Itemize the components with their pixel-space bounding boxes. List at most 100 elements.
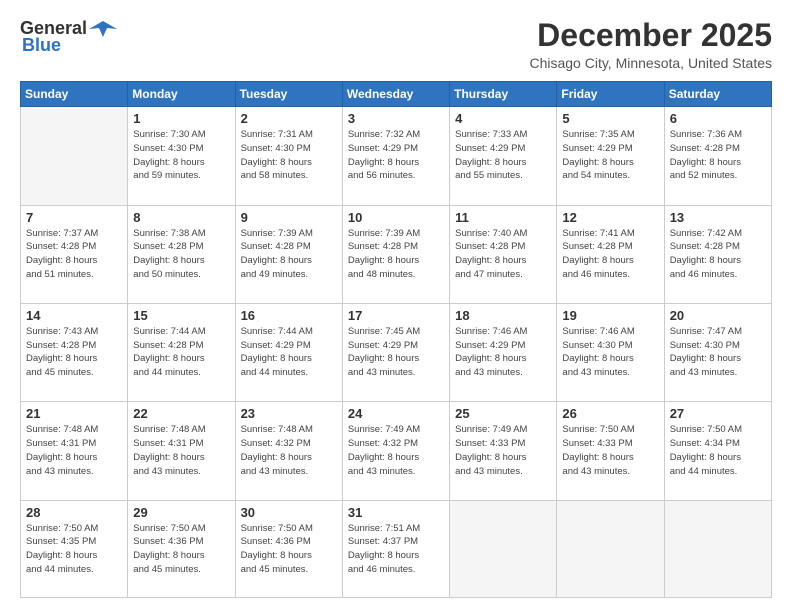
day-number: 17 bbox=[348, 308, 444, 323]
day-info: Sunrise: 7:49 AM Sunset: 4:33 PM Dayligh… bbox=[455, 423, 551, 478]
header-monday: Monday bbox=[128, 82, 235, 107]
table-cell: 26 Sunrise: 7:50 AM Sunset: 4:33 PM Dayli… bbox=[557, 402, 664, 500]
week-row-4: 21 Sunrise: 7:48 AM Sunset: 4:31 PM Dayli… bbox=[21, 402, 772, 500]
table-cell: 24 Sunrise: 7:49 AM Sunset: 4:32 PM Dayli… bbox=[342, 402, 449, 500]
day-info: Sunrise: 7:46 AM Sunset: 4:29 PM Dayligh… bbox=[455, 325, 551, 380]
day-info: Sunrise: 7:44 AM Sunset: 4:28 PM Dayligh… bbox=[133, 325, 229, 380]
day-number: 3 bbox=[348, 111, 444, 126]
header: General Blue December 2025 Chisago City,… bbox=[20, 18, 772, 71]
day-number: 19 bbox=[562, 308, 658, 323]
table-cell: 15 Sunrise: 7:44 AM Sunset: 4:28 PM Dayli… bbox=[128, 303, 235, 401]
header-friday: Friday bbox=[557, 82, 664, 107]
table-cell bbox=[664, 500, 771, 597]
week-row-1: 1Sunrise: 7:30 AM Sunset: 4:30 PM Daylig… bbox=[21, 107, 772, 205]
table-cell bbox=[450, 500, 557, 597]
day-info: Sunrise: 7:42 AM Sunset: 4:28 PM Dayligh… bbox=[670, 227, 766, 282]
day-info: Sunrise: 7:31 AM Sunset: 4:30 PM Dayligh… bbox=[241, 128, 337, 183]
day-number: 15 bbox=[133, 308, 229, 323]
day-info: Sunrise: 7:40 AM Sunset: 4:28 PM Dayligh… bbox=[455, 227, 551, 282]
day-info: Sunrise: 7:50 AM Sunset: 4:34 PM Dayligh… bbox=[670, 423, 766, 478]
day-number: 16 bbox=[241, 308, 337, 323]
day-info: Sunrise: 7:50 AM Sunset: 4:36 PM Dayligh… bbox=[133, 522, 229, 577]
day-info: Sunrise: 7:50 AM Sunset: 4:33 PM Dayligh… bbox=[562, 423, 658, 478]
table-cell: 4Sunrise: 7:33 AM Sunset: 4:29 PM Daylig… bbox=[450, 107, 557, 205]
table-cell: 10Sunrise: 7:39 AM Sunset: 4:28 PM Dayli… bbox=[342, 205, 449, 303]
day-info: Sunrise: 7:43 AM Sunset: 4:28 PM Dayligh… bbox=[26, 325, 122, 380]
week-row-2: 7 Sunrise: 7:37 AM Sunset: 4:28 PM Daylig… bbox=[21, 205, 772, 303]
table-cell: 30Sunrise: 7:50 AM Sunset: 4:36 PM Dayli… bbox=[235, 500, 342, 597]
day-info: Sunrise: 7:44 AM Sunset: 4:29 PM Dayligh… bbox=[241, 325, 337, 380]
table-cell: 28 Sunrise: 7:50 AM Sunset: 4:35 PM Dayli… bbox=[21, 500, 128, 597]
table-cell: 2 Sunrise: 7:31 AM Sunset: 4:30 PM Daylig… bbox=[235, 107, 342, 205]
day-info: Sunrise: 7:48 AM Sunset: 4:32 PM Dayligh… bbox=[241, 423, 337, 478]
logo-blue: Blue bbox=[22, 35, 61, 56]
day-number: 13 bbox=[670, 210, 766, 225]
week-row-5: 28 Sunrise: 7:50 AM Sunset: 4:35 PM Dayli… bbox=[21, 500, 772, 597]
header-thursday: Thursday bbox=[450, 82, 557, 107]
table-cell: 5Sunrise: 7:35 AM Sunset: 4:29 PM Daylig… bbox=[557, 107, 664, 205]
day-number: 25 bbox=[455, 406, 551, 421]
day-info: Sunrise: 7:48 AM Sunset: 4:31 PM Dayligh… bbox=[133, 423, 229, 478]
table-cell: 7 Sunrise: 7:37 AM Sunset: 4:28 PM Daylig… bbox=[21, 205, 128, 303]
table-cell: 14Sunrise: 7:43 AM Sunset: 4:28 PM Dayli… bbox=[21, 303, 128, 401]
table-cell: 27 Sunrise: 7:50 AM Sunset: 4:34 PM Dayli… bbox=[664, 402, 771, 500]
day-number: 27 bbox=[670, 406, 766, 421]
day-number: 7 bbox=[26, 210, 122, 225]
table-cell: 13 Sunrise: 7:42 AM Sunset: 4:28 PM Dayli… bbox=[664, 205, 771, 303]
day-number: 31 bbox=[348, 505, 444, 520]
calendar-page: General Blue December 2025 Chisago City,… bbox=[0, 0, 792, 612]
table-cell bbox=[21, 107, 128, 205]
table-cell: 16 Sunrise: 7:44 AM Sunset: 4:29 PM Dayli… bbox=[235, 303, 342, 401]
day-number: 10 bbox=[348, 210, 444, 225]
day-number: 1 bbox=[133, 111, 229, 126]
table-cell: 19Sunrise: 7:46 AM Sunset: 4:30 PM Dayli… bbox=[557, 303, 664, 401]
day-info: Sunrise: 7:36 AM Sunset: 4:28 PM Dayligh… bbox=[670, 128, 766, 183]
header-wednesday: Wednesday bbox=[342, 82, 449, 107]
table-cell: 8 Sunrise: 7:38 AM Sunset: 4:28 PM Daylig… bbox=[128, 205, 235, 303]
day-number: 20 bbox=[670, 308, 766, 323]
day-number: 26 bbox=[562, 406, 658, 421]
table-cell: 9 Sunrise: 7:39 AM Sunset: 4:28 PM Daylig… bbox=[235, 205, 342, 303]
day-number: 23 bbox=[241, 406, 337, 421]
day-info: Sunrise: 7:32 AM Sunset: 4:29 PM Dayligh… bbox=[348, 128, 444, 183]
logo-bird-icon bbox=[89, 19, 117, 37]
table-cell: 17Sunrise: 7:45 AM Sunset: 4:29 PM Dayli… bbox=[342, 303, 449, 401]
header-tuesday: Tuesday bbox=[235, 82, 342, 107]
day-info: Sunrise: 7:48 AM Sunset: 4:31 PM Dayligh… bbox=[26, 423, 122, 478]
week-row-3: 14Sunrise: 7:43 AM Sunset: 4:28 PM Dayli… bbox=[21, 303, 772, 401]
table-cell: 29 Sunrise: 7:50 AM Sunset: 4:36 PM Dayli… bbox=[128, 500, 235, 597]
table-cell bbox=[557, 500, 664, 597]
table-cell: 25 Sunrise: 7:49 AM Sunset: 4:33 PM Dayli… bbox=[450, 402, 557, 500]
day-number: 21 bbox=[26, 406, 122, 421]
table-cell: 22 Sunrise: 7:48 AM Sunset: 4:31 PM Dayli… bbox=[128, 402, 235, 500]
day-info: Sunrise: 7:51 AM Sunset: 4:37 PM Dayligh… bbox=[348, 522, 444, 577]
day-number: 8 bbox=[133, 210, 229, 225]
day-info: Sunrise: 7:33 AM Sunset: 4:29 PM Dayligh… bbox=[455, 128, 551, 183]
day-info: Sunrise: 7:47 AM Sunset: 4:30 PM Dayligh… bbox=[670, 325, 766, 380]
day-info: Sunrise: 7:37 AM Sunset: 4:28 PM Dayligh… bbox=[26, 227, 122, 282]
day-number: 28 bbox=[26, 505, 122, 520]
day-info: Sunrise: 7:39 AM Sunset: 4:28 PM Dayligh… bbox=[241, 227, 337, 282]
day-number: 29 bbox=[133, 505, 229, 520]
day-info: Sunrise: 7:38 AM Sunset: 4:28 PM Dayligh… bbox=[133, 227, 229, 282]
day-number: 2 bbox=[241, 111, 337, 126]
table-cell: 3 Sunrise: 7:32 AM Sunset: 4:29 PM Daylig… bbox=[342, 107, 449, 205]
table-cell: 23 Sunrise: 7:48 AM Sunset: 4:32 PM Dayli… bbox=[235, 402, 342, 500]
day-number: 24 bbox=[348, 406, 444, 421]
day-number: 22 bbox=[133, 406, 229, 421]
day-info: Sunrise: 7:50 AM Sunset: 4:35 PM Dayligh… bbox=[26, 522, 122, 577]
location-title: Chisago City, Minnesota, United States bbox=[529, 55, 772, 71]
title-block: December 2025 Chisago City, Minnesota, U… bbox=[529, 18, 772, 71]
weekday-header-row: Sunday Monday Tuesday Wednesday Thursday… bbox=[21, 82, 772, 107]
day-info: Sunrise: 7:49 AM Sunset: 4:32 PM Dayligh… bbox=[348, 423, 444, 478]
day-number: 9 bbox=[241, 210, 337, 225]
day-number: 11 bbox=[455, 210, 551, 225]
day-number: 6 bbox=[670, 111, 766, 126]
logo: General Blue bbox=[20, 18, 117, 56]
day-info: Sunrise: 7:41 AM Sunset: 4:28 PM Dayligh… bbox=[562, 227, 658, 282]
table-cell: 11 Sunrise: 7:40 AM Sunset: 4:28 PM Dayli… bbox=[450, 205, 557, 303]
table-cell: 31 Sunrise: 7:51 AM Sunset: 4:37 PM Dayli… bbox=[342, 500, 449, 597]
day-info: Sunrise: 7:50 AM Sunset: 4:36 PM Dayligh… bbox=[241, 522, 337, 577]
table-cell: 12Sunrise: 7:41 AM Sunset: 4:28 PM Dayli… bbox=[557, 205, 664, 303]
table-cell: 18Sunrise: 7:46 AM Sunset: 4:29 PM Dayli… bbox=[450, 303, 557, 401]
